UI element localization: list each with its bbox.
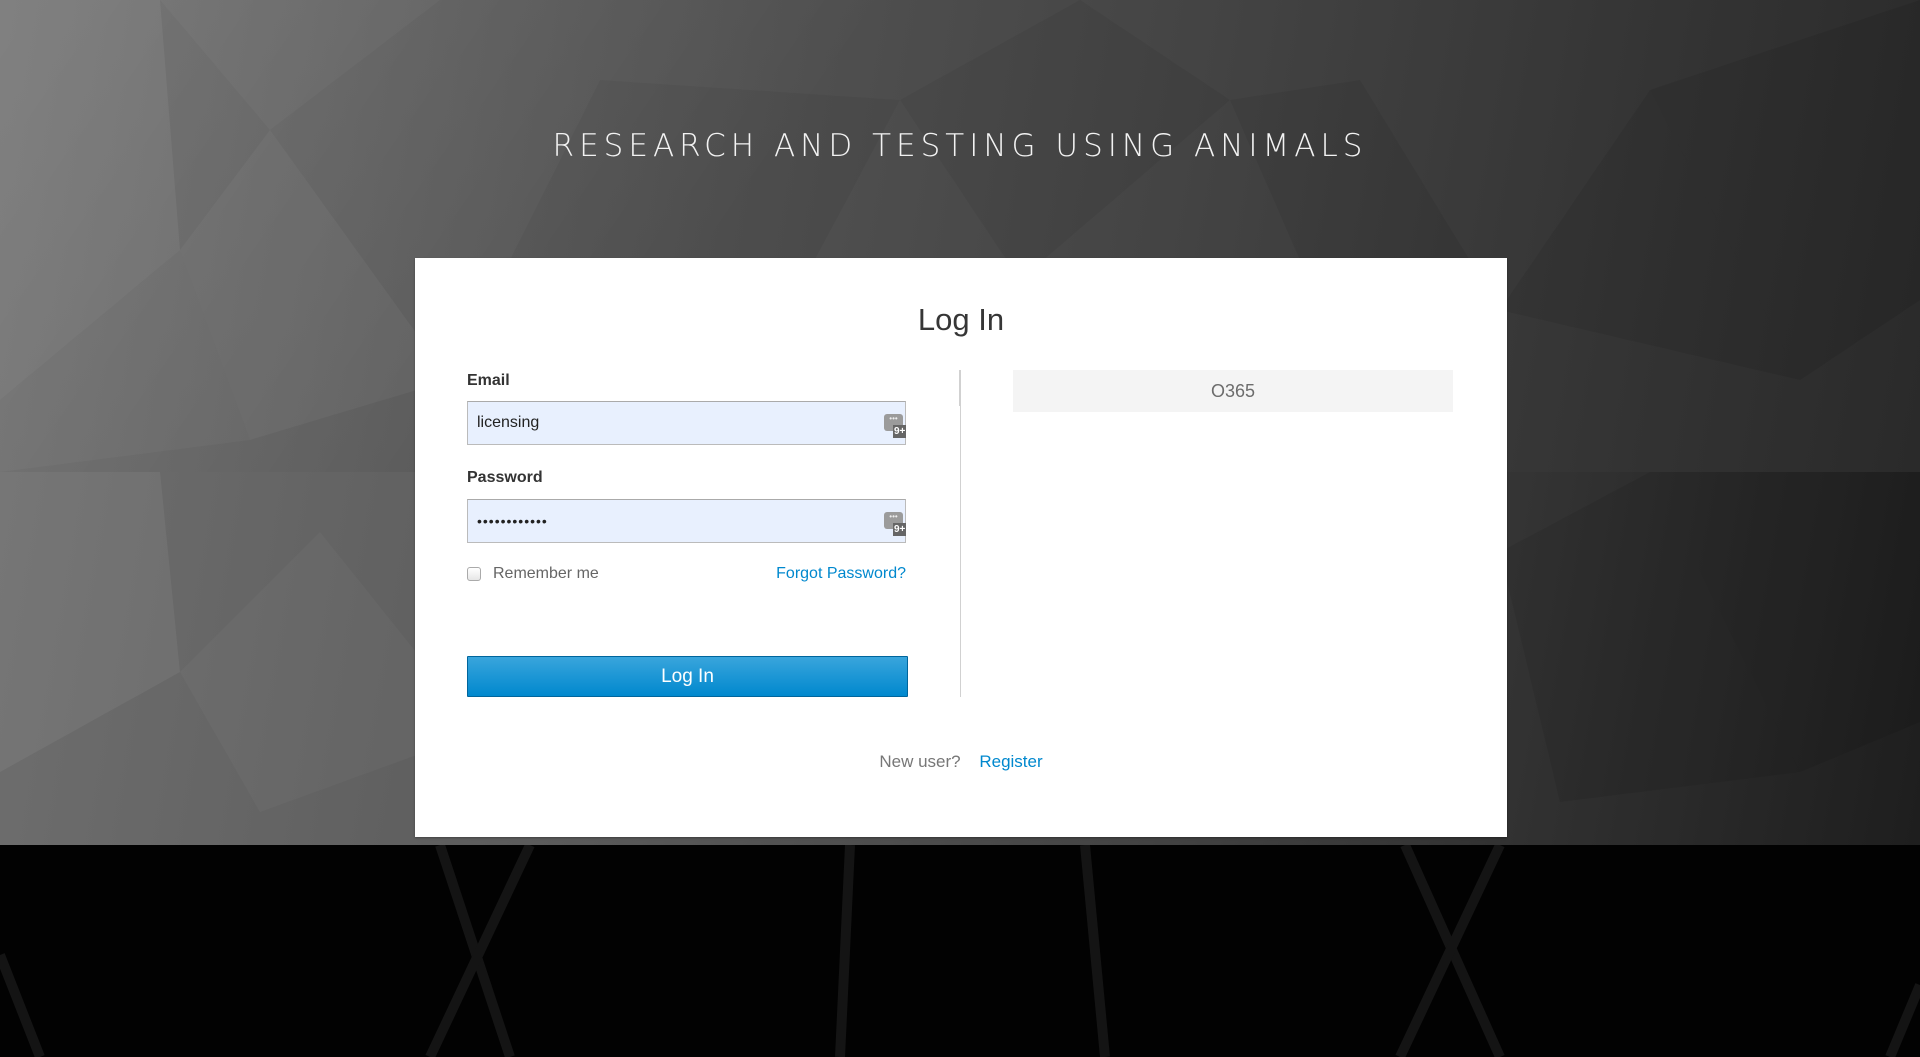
login-heading: Log In: [917, 302, 1005, 337]
password-value: ••••••••••••: [477, 513, 548, 529]
new-user-prompt: New user?: [879, 752, 961, 771]
password-label: Password: [467, 469, 543, 486]
email-label: Email: [467, 372, 510, 389]
password-field[interactable]: •••••••••••• ••• 9+: [467, 499, 906, 543]
register-link[interactable]: Register: [979, 752, 1042, 771]
password-manager-badge: 9+: [893, 523, 906, 536]
password-manager-icon[interactable]: ••• 9+: [884, 512, 906, 536]
remember-me[interactable]: Remember me: [467, 565, 599, 583]
email-value: licensing: [477, 414, 540, 431]
email-field[interactable]: licensing ••• 9+: [467, 401, 906, 445]
dark-line-pattern: [0, 845, 1920, 1057]
o365-login-button[interactable]: O365: [1013, 370, 1453, 412]
password-manager-icon[interactable]: ••• 9+: [884, 414, 906, 438]
site-title: RESEARCH AND TESTING USING ANIMALS: [552, 128, 1368, 164]
login-button[interactable]: Log In: [467, 656, 908, 697]
remember-me-checkbox[interactable]: [467, 567, 481, 581]
password-manager-badge: 9+: [893, 425, 906, 438]
register-row: New user? Register: [415, 752, 1507, 772]
login-card: Log In Email licensing ••• 9+ Password •…: [415, 258, 1507, 837]
divider: [960, 406, 961, 697]
forgot-password-link[interactable]: Forgot Password?: [776, 565, 906, 583]
background-pattern-dark: [0, 845, 1920, 1057]
remember-me-label: Remember me: [493, 565, 599, 582]
divider: [959, 370, 961, 406]
